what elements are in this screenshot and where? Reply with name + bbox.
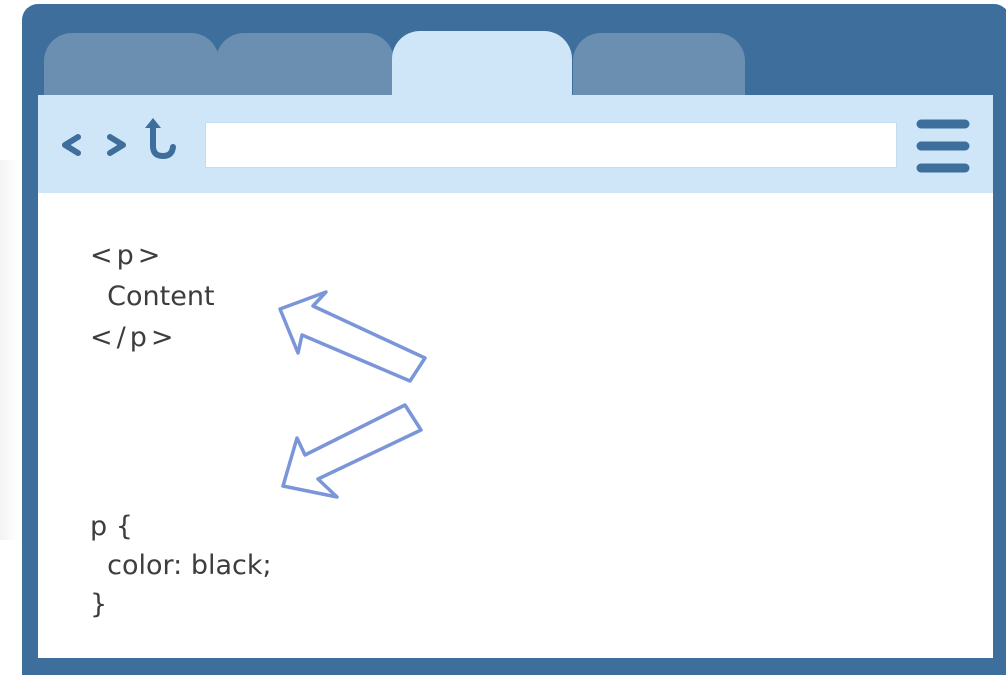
browser-illustration: <p> Content </p> p { color: black; } [0, 0, 1006, 675]
arrow-down-left-icon [281, 403, 423, 499]
arrows-overlay [278, 290, 427, 499]
arrow-up-left-icon [278, 290, 427, 383]
